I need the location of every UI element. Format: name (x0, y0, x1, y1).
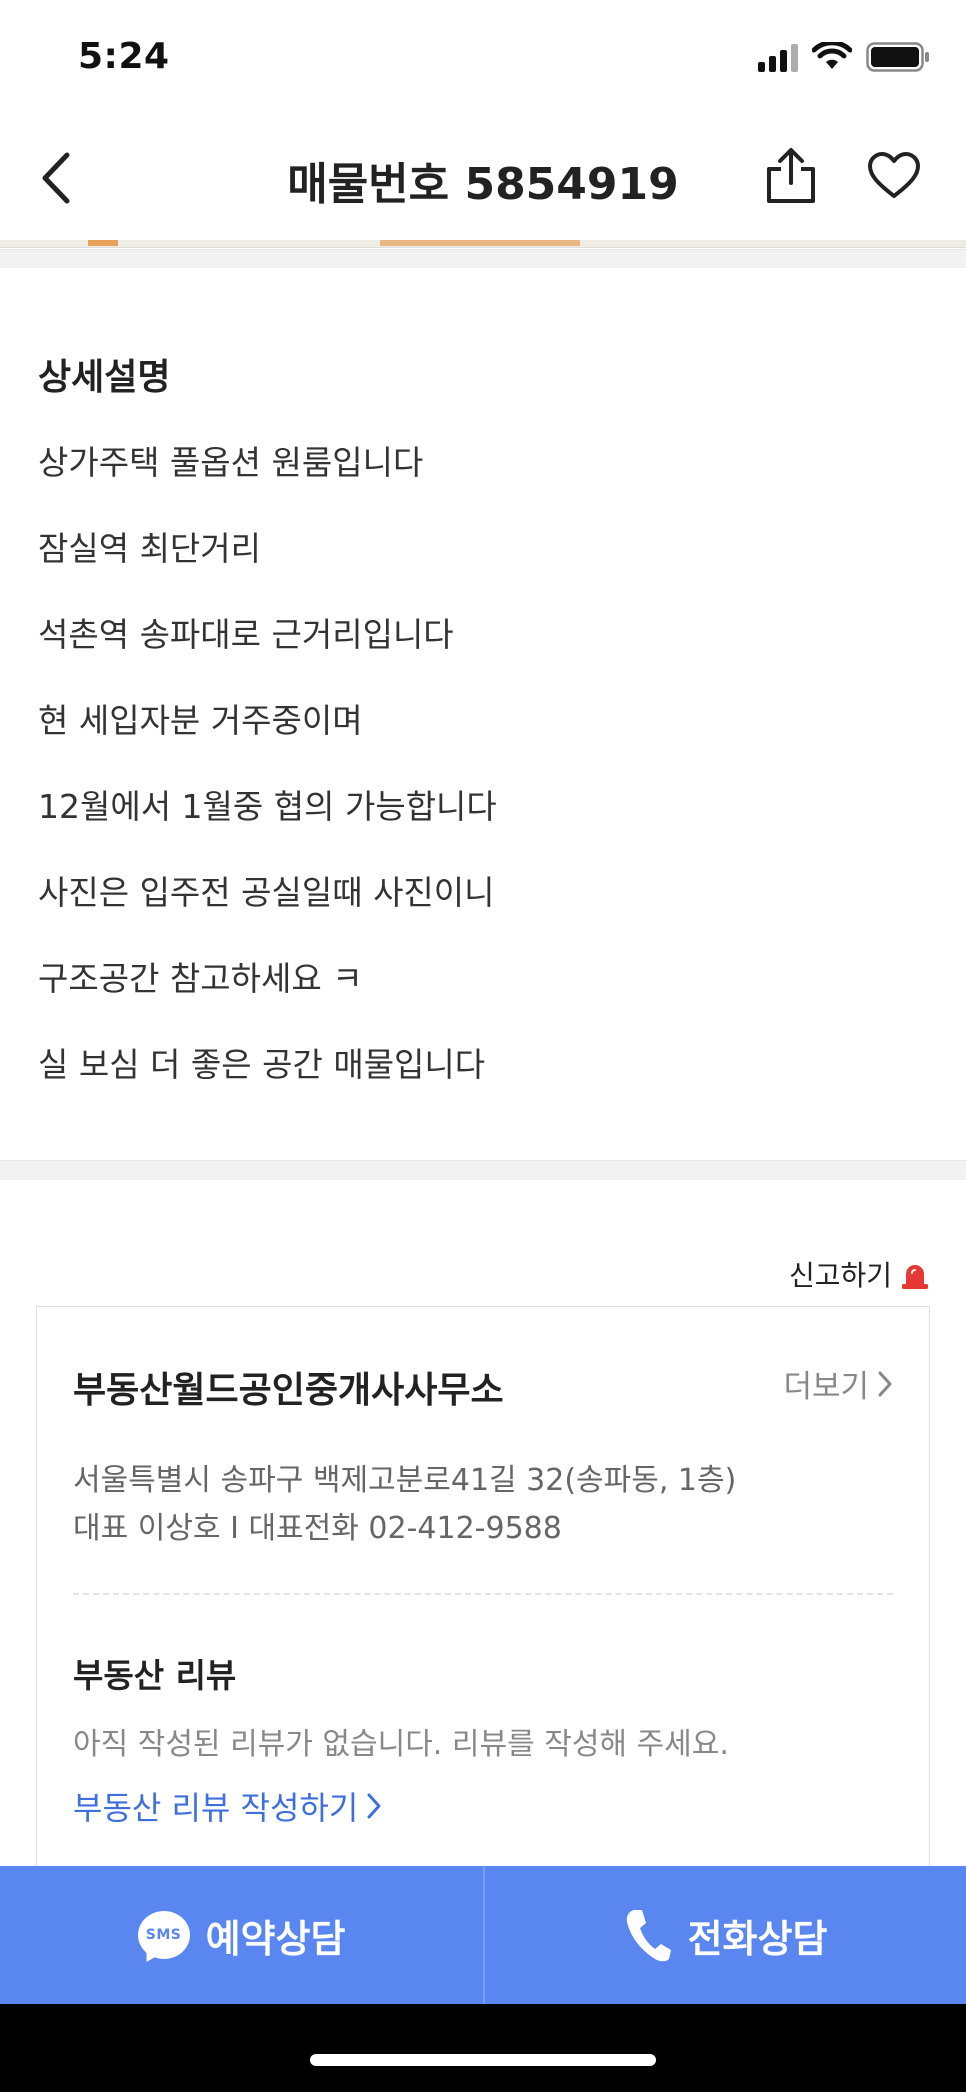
agent-contact: 대표 이상호 I 대표전화 02-412-9588 (73, 1511, 562, 1546)
map-preview[interactable] (0, 240, 966, 248)
reserve-consult-button[interactable]: SMS 예약상담 (0, 1866, 483, 2004)
description-line: 석촌역 송파대로 근거리입니다 (38, 615, 454, 654)
write-review-link[interactable]: 부동산 리뷰 작성하기 (73, 1783, 382, 1829)
sms-bubble-icon: SMS (137, 1911, 190, 1967)
share-icon (767, 148, 815, 203)
status-time: 5:24 (78, 36, 170, 77)
battery-icon (866, 42, 929, 72)
nav-bar: 매물번호 5854919 (0, 118, 966, 240)
report-button[interactable]: 신고하기 (789, 1254, 930, 1294)
description-line: 12월에서 1월중 협의 가능합니다 (38, 787, 497, 826)
home-indicator-area (0, 2004, 966, 2092)
favorite-button[interactable] (862, 144, 926, 208)
more-button[interactable]: 더보기 (783, 1361, 893, 1406)
description-line: 잠실역 최단거리 (38, 529, 262, 568)
status-bar: 5:24 (0, 0, 966, 118)
heart-icon (868, 152, 920, 198)
siren-icon (902, 1265, 928, 1289)
description-line: 사진은 입주전 공실일때 사진이니 (38, 873, 495, 912)
home-indicator[interactable] (310, 2054, 656, 2066)
report-label: 신고하기 (788, 1259, 892, 1292)
sms-badge-text: SMS (145, 1927, 182, 1943)
section-divider (0, 1160, 966, 1180)
section-divider (0, 249, 966, 268)
agent-address: 서울특별시 송파구 백제고분로41길 32(송파동, 1층) (73, 1463, 737, 1498)
description-line: 구조공간 참고하세요 ㅋ (38, 959, 363, 998)
wifi-icon (812, 42, 852, 69)
more-label: 더보기 (783, 1369, 869, 1405)
status-icons (758, 40, 930, 74)
phone-icon (626, 1910, 671, 1962)
cellular-signal-icon (758, 42, 798, 72)
description-line: 실 보심 더 좋은 공간 매물입니다 (38, 1045, 486, 1084)
agent-name: 부동산월드공인중개사사무소 (73, 1370, 504, 1411)
review-title: 부동산 리뷰 (73, 1656, 237, 1695)
call-consult-label: 전화상담 (687, 1916, 828, 1961)
card-divider (73, 1593, 893, 1595)
reserve-consult-label: 예약상담 (205, 1916, 346, 1961)
description-line: 현 세입자분 거주중이며 (38, 701, 363, 740)
bottom-action-bar: SMS 예약상담 전화상담 (0, 1866, 966, 2004)
description-line: 상가주택 풀옵션 원룸입니다 (38, 443, 424, 482)
review-empty-text: 아직 작성된 리뷰가 없습니다. 리뷰를 작성해 주세요. (73, 1727, 729, 1762)
description-title: 상세설명 (38, 357, 171, 398)
share-button[interactable] (760, 142, 822, 210)
write-review-label: 부동산 리뷰 작성하기 (73, 1789, 359, 1827)
chevron-right-icon (367, 1793, 381, 1819)
call-consult-button[interactable]: 전화상담 (483, 1866, 966, 2004)
chevron-right-icon (878, 1371, 892, 1396)
agent-card: 부동산월드공인중개사사무소 더보기 서울특별시 송파구 백제고분로41길 32(… (36, 1306, 930, 1926)
